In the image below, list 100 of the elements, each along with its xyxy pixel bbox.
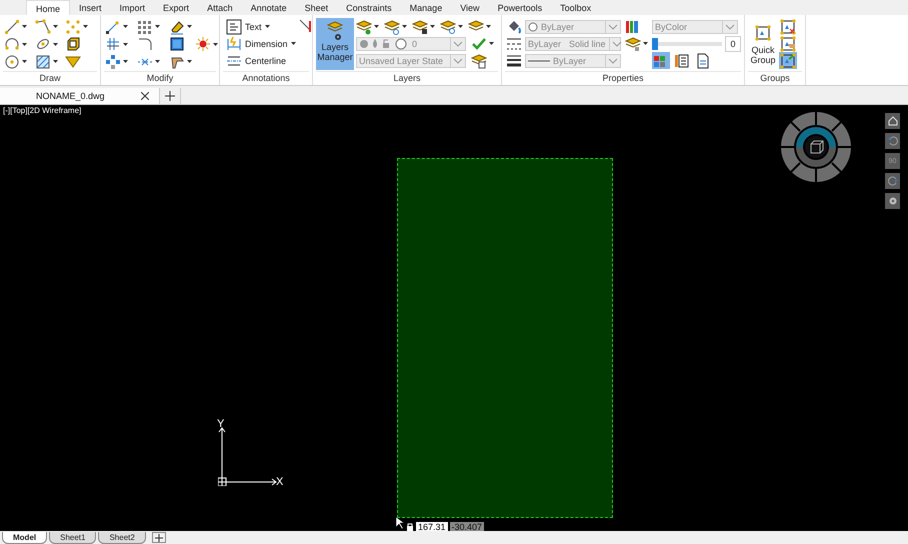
caret-icon[interactable] — [83, 25, 88, 28]
group-hand-icon — [780, 36, 796, 52]
circle-icon — [528, 22, 538, 32]
home-button[interactable] — [885, 113, 900, 129]
layer-document-icon[interactable] — [471, 52, 487, 68]
menu-tab[interactable]: Attach — [198, 0, 242, 15]
group-tool-button[interactable] — [779, 35, 797, 52]
close-icon[interactable] — [140, 92, 149, 100]
menu-tab[interactable]: View — [451, 0, 489, 15]
caret-icon[interactable] — [486, 25, 491, 28]
caret-icon[interactable] — [290, 42, 296, 45]
caret-icon[interactable] — [374, 25, 379, 28]
menu-tab[interactable]: Home — [26, 0, 70, 16]
caret-icon[interactable] — [123, 25, 128, 28]
sheet-tab[interactable]: Sheet1 — [49, 532, 96, 544]
layer-search-icon[interactable] — [440, 18, 456, 34]
line-icon[interactable] — [4, 18, 20, 34]
caret-icon[interactable] — [155, 25, 160, 28]
line-sample-icon — [528, 58, 550, 62]
menu-tab[interactable]: Sheet — [296, 0, 338, 15]
trim-icon[interactable] — [105, 36, 121, 52]
add-sheet-button[interactable] — [152, 532, 166, 543]
command-button[interactable]: Text — [226, 18, 262, 34]
leader-icon[interactable] — [298, 18, 314, 34]
menu-tab[interactable]: Export — [154, 0, 198, 15]
group-icon — [754, 24, 772, 42]
caret-icon[interactable] — [22, 42, 27, 46]
caret-icon[interactable] — [402, 25, 407, 28]
caret-icon[interactable] — [489, 42, 494, 45]
caret-icon[interactable] — [52, 60, 58, 64]
menu-tab[interactable]: Toolbox — [551, 0, 600, 15]
caret-icon[interactable] — [22, 60, 27, 64]
menu-tab[interactable]: Manage — [400, 0, 452, 15]
text-icon — [226, 18, 242, 34]
caret-icon[interactable] — [264, 25, 270, 28]
circle-icon[interactable] — [4, 54, 20, 70]
caret-icon[interactable] — [187, 25, 192, 28]
chevron-icon — [605, 20, 620, 34]
caret-icon[interactable] — [430, 25, 435, 28]
layer-settings-icon[interactable] — [384, 18, 400, 34]
axis-label: X — [276, 476, 284, 488]
panel-title: Layers — [316, 71, 498, 85]
layer-states-icon — [359, 38, 409, 50]
chevron-icon — [608, 36, 624, 50]
lineweight-icon[interactable] — [506, 52, 522, 68]
rotate-left-icon — [888, 136, 898, 146]
checkmark-icon[interactable] — [471, 36, 487, 52]
menu-tab[interactable]: Constraints — [337, 0, 401, 15]
caret-icon[interactable] — [643, 42, 648, 45]
coordinate-field[interactable]: -30.407 — [450, 522, 484, 531]
group-tool-button[interactable] — [779, 52, 797, 69]
panel-title: Groups — [748, 71, 802, 85]
hatch-icon[interactable] — [34, 54, 51, 70]
eraser-icon[interactable] — [169, 18, 185, 34]
layers-gear-icon — [326, 20, 344, 42]
arc-icon[interactable] — [4, 36, 20, 52]
layer-add-icon[interactable] — [356, 18, 372, 34]
linetype-icon[interactable] — [506, 36, 522, 52]
caret-icon[interactable] — [52, 42, 58, 46]
scale-icon[interactable] — [169, 36, 185, 52]
caret-icon[interactable] — [213, 42, 218, 46]
sheet-tab[interactable]: Sheet2 — [98, 532, 146, 544]
command-button[interactable]: Centerline — [226, 52, 286, 68]
group-tool-button[interactable] — [779, 18, 797, 35]
coordinate-field[interactable]: 167.31 — [416, 522, 448, 531]
fillet-icon[interactable] — [137, 36, 153, 52]
quick-group-button[interactable]: Quick Group — [749, 18, 777, 71]
transparency-field[interactable]: 0 — [725, 36, 741, 52]
menu-tab[interactable]: Powertools — [488, 0, 552, 15]
command-button[interactable]: Dimension — [226, 36, 288, 52]
home-icon — [888, 116, 898, 126]
caret-icon[interactable] — [458, 25, 463, 28]
caret-icon[interactable] — [22, 25, 27, 28]
color-bars-icon[interactable] — [625, 18, 639, 34]
layer-lock-icon[interactable] — [412, 18, 428, 34]
array-icon[interactable] — [137, 18, 153, 34]
caret-icon[interactable] — [155, 60, 160, 64]
layers-manager-button[interactable]: Layers Manager — [316, 18, 354, 70]
dimension-icon — [226, 36, 242, 52]
caret-icon[interactable] — [123, 42, 128, 46]
navigation-wheel-drawing[interactable] — [780, 111, 852, 183]
settings-button[interactable] — [885, 193, 900, 209]
triangle-icon[interactable] — [65, 54, 82, 70]
model-tab[interactable]: Model — [2, 532, 48, 544]
polyline-icon[interactable] — [34, 18, 51, 34]
settings-icon — [888, 196, 898, 206]
layer-match-icon[interactable] — [625, 36, 641, 52]
menu-tab[interactable]: Annotate — [242, 0, 296, 15]
caret-icon[interactable] — [123, 60, 128, 64]
explode-icon[interactable] — [195, 36, 211, 52]
menu-tab[interactable]: Insert — [70, 0, 111, 15]
viewport-label[interactable]: [-][Top][2D Wireframe] — [3, 106, 82, 115]
document-tab[interactable]: NONAME_0.dwg — [0, 88, 160, 104]
caret-icon[interactable] — [52, 25, 58, 28]
polygon-icon[interactable] — [65, 36, 82, 52]
move-icon[interactable] — [105, 18, 121, 34]
caret-icon[interactable] — [187, 60, 192, 64]
chevron-icon — [450, 54, 465, 68]
slider-thumb[interactable] — [652, 38, 658, 50]
menu-tab[interactable]: Import — [110, 0, 154, 15]
